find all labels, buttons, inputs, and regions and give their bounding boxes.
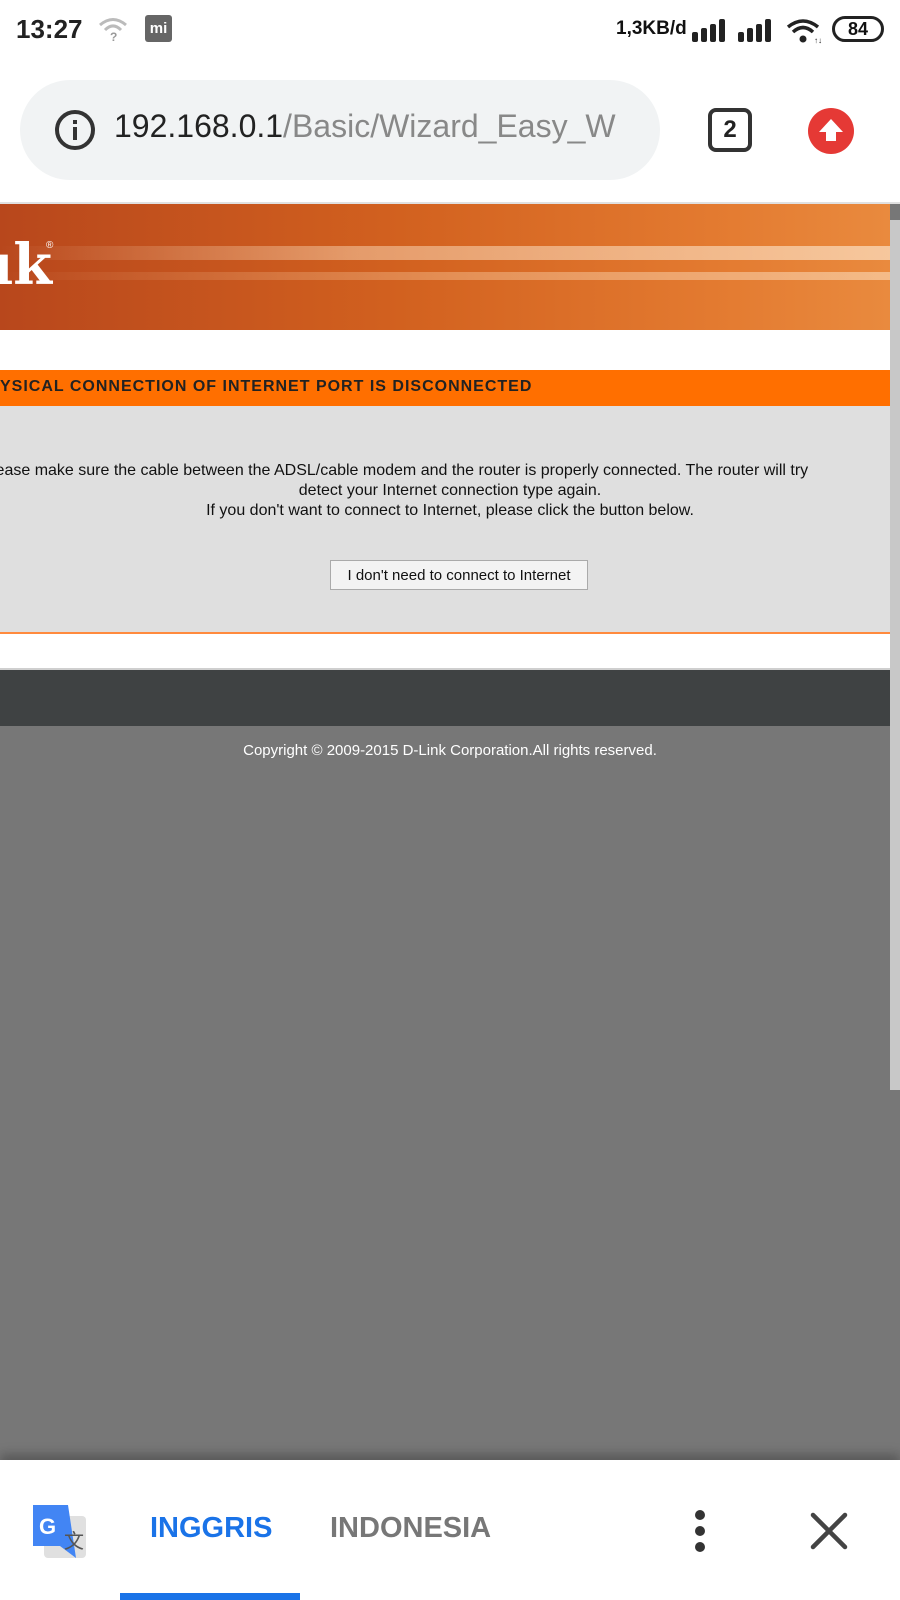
browser-toolbar: 192.168.0.1/Basic/Wizard_Easy_W 2	[0, 62, 900, 204]
alert-message: If you don't want to connect to Internet…	[206, 502, 694, 519]
mi-icon: mi	[145, 15, 172, 42]
status-time: 13:27	[16, 14, 83, 44]
translate-bar: G 文 INGGRIS INDONESIA	[0, 1460, 900, 1600]
registered-mark: ®	[46, 240, 54, 251]
banner-stripe	[0, 246, 890, 260]
status-bar: 13:27 ? mi 1,3KB/d ↑↓ 84	[0, 0, 900, 62]
update-button[interactable]	[808, 108, 854, 154]
spacer	[0, 634, 890, 670]
alert-body: lease make sure the cable between the AD…	[0, 406, 890, 634]
banner-stripe	[0, 272, 890, 280]
url-text[interactable]: 192.168.0.1/Basic/Wizard_Easy_W	[114, 108, 616, 145]
url-bar[interactable]: 192.168.0.1/Basic/Wizard_Easy_W	[20, 80, 660, 180]
svg-text:G: G	[39, 1514, 56, 1539]
copyright-text: Copyright © 2009-2015 D-Link Corporation…	[243, 742, 657, 759]
spacer	[0, 330, 890, 370]
close-icon[interactable]	[810, 1512, 848, 1550]
web-page: ık ® YSICAL CONNECTION OF INTERNET PORT …	[0, 204, 890, 1460]
battery-indicator: 84	[832, 16, 884, 42]
dlink-banner: ık ®	[0, 204, 890, 330]
svg-text:↑↓: ↑↓	[814, 36, 822, 44]
wifi-icon: ↑↓	[786, 19, 822, 44]
signal-icon	[692, 19, 725, 42]
url-host: 192.168.0.1	[114, 108, 284, 144]
info-icon[interactable]	[54, 109, 96, 151]
url-path: /Basic/Wizard_Easy_W	[283, 108, 616, 144]
tab-switcher-button[interactable]: 2	[708, 108, 752, 152]
dlink-logo: ık	[0, 232, 53, 298]
update-icon	[819, 119, 843, 141]
google-translate-icon[interactable]: G 文	[30, 1502, 88, 1560]
language-tab-target[interactable]: INDONESIA	[330, 1512, 491, 1545]
page-scrollbar[interactable]	[890, 220, 900, 1090]
svg-text:文: 文	[64, 1529, 84, 1553]
network-speed: 1,3KB/d	[616, 18, 687, 39]
more-vert-icon[interactable]	[690, 1510, 710, 1552]
skip-internet-button[interactable]: I don't need to connect to Internet	[330, 560, 588, 590]
svg-text:?: ?	[110, 30, 117, 42]
active-tab-indicator	[120, 1593, 300, 1600]
signal-icon	[738, 19, 771, 42]
alert-title: YSICAL CONNECTION OF INTERNET PORT IS DI…	[0, 378, 533, 395]
footer-bar	[0, 670, 890, 726]
alert-header: YSICAL CONNECTION OF INTERNET PORT IS DI…	[0, 370, 890, 406]
alert-message: detect your Internet connection type aga…	[298, 482, 602, 499]
wifi-question-icon: ?	[99, 18, 127, 42]
language-tab-source[interactable]: INGGRIS	[150, 1512, 272, 1545]
alert-message: lease make sure the cable between the AD…	[0, 462, 809, 479]
